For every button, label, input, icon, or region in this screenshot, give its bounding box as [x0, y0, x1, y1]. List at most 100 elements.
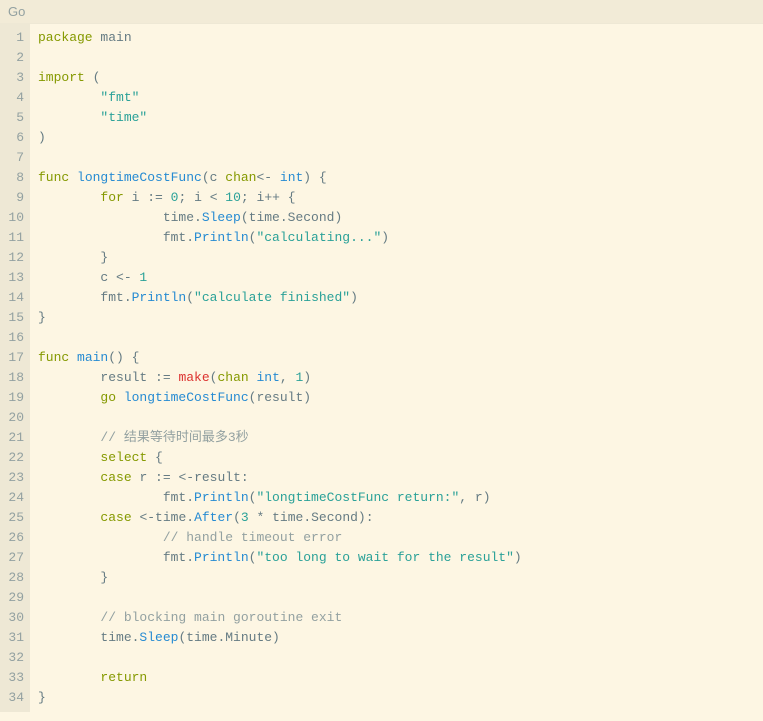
token-type: int: [256, 370, 279, 385]
token-ident: [38, 510, 100, 525]
token-ident: (time.Minute): [178, 630, 279, 645]
token-ident: time.: [38, 630, 139, 645]
token-op: := <-: [155, 470, 194, 485]
code-line: case <-time.After(3 * time.Second):: [38, 508, 522, 528]
line-number: 34: [4, 688, 24, 708]
token-ident: i: [132, 190, 148, 205]
line-number: 12: [4, 248, 24, 268]
code-content[interactable]: package mainimport ( "fmt" "time")func l…: [30, 24, 530, 712]
token-string: "longtimeCostFunc return:": [256, 490, 459, 505]
token-punct: () {: [108, 350, 139, 365]
token-punct: (: [202, 170, 210, 185]
code-line: }: [38, 568, 522, 588]
token-ident: result: [38, 370, 155, 385]
code-line: func longtimeCostFunc(c chan<- int) {: [38, 168, 522, 188]
token-ident: fmt.: [38, 230, 194, 245]
line-number: 7: [4, 148, 24, 168]
line-number: 5: [4, 108, 24, 128]
token-func: Println: [132, 290, 187, 305]
line-number: 11: [4, 228, 24, 248]
token-punct: }: [38, 250, 108, 265]
line-number: 33: [4, 668, 24, 688]
code-line: ): [38, 128, 522, 148]
token-punct: (: [233, 510, 241, 525]
code-line: // blocking main goroutine exit: [38, 608, 522, 628]
line-number: 1: [4, 28, 24, 48]
code-line: time.Sleep(time.Minute): [38, 628, 522, 648]
token-ident: time.: [155, 510, 194, 525]
token-op: <-: [116, 270, 139, 285]
line-number: 3: [4, 68, 24, 88]
token-ident: [38, 530, 163, 545]
token-string: "fmt": [100, 90, 139, 105]
token-ident: [38, 430, 100, 445]
code-line: }: [38, 688, 522, 708]
token-punct: ): [381, 230, 389, 245]
line-number: 19: [4, 388, 24, 408]
line-number: 20: [4, 408, 24, 428]
token-ident: result:: [194, 470, 249, 485]
line-number: 15: [4, 308, 24, 328]
token-keyword: chan: [217, 370, 256, 385]
code-line: fmt.Println("longtimeCostFunc return:", …: [38, 488, 522, 508]
token-func: After: [194, 510, 233, 525]
line-number: 9: [4, 188, 24, 208]
line-number: 22: [4, 448, 24, 468]
code-line: }: [38, 308, 522, 328]
token-keyword: package: [38, 30, 100, 45]
token-keyword: return: [100, 670, 147, 685]
token-ident: fmt.: [38, 490, 194, 505]
line-number: 25: [4, 508, 24, 528]
token-punct: ,: [280, 370, 296, 385]
token-func: Sleep: [139, 630, 178, 645]
line-number: 6: [4, 128, 24, 148]
line-number: 23: [4, 468, 24, 488]
token-comment: // handle timeout error: [163, 530, 342, 545]
token-punct: }: [38, 570, 108, 585]
code-line: [38, 48, 522, 68]
code-line: }: [38, 248, 522, 268]
token-ident: i++ {: [257, 190, 296, 205]
line-number: 28: [4, 568, 24, 588]
line-number: 31: [4, 628, 24, 648]
line-number: 29: [4, 588, 24, 608]
code-line: func main() {: [38, 348, 522, 368]
token-ident: , r): [459, 490, 490, 505]
code-line: // handle timeout error: [38, 528, 522, 548]
token-func: Println: [194, 490, 249, 505]
token-op: :=: [147, 190, 170, 205]
code-line: [38, 648, 522, 668]
token-op: *: [249, 510, 272, 525]
line-number: 24: [4, 488, 24, 508]
token-ident: [38, 90, 100, 105]
code-line: result := make(chan int, 1): [38, 368, 522, 388]
token-func: Sleep: [202, 210, 241, 225]
code-line: time.Sleep(time.Second): [38, 208, 522, 228]
line-number: 30: [4, 608, 24, 628]
token-keyword: go: [100, 390, 123, 405]
token-ident: c: [38, 270, 116, 285]
line-number: 8: [4, 168, 24, 188]
token-ident: [38, 110, 100, 125]
token-op: <-: [139, 510, 155, 525]
token-ident: i: [194, 190, 210, 205]
code-line: // 结果等待时间最多3秒: [38, 428, 522, 448]
line-number: 21: [4, 428, 24, 448]
token-ident: [38, 670, 100, 685]
code-line: c <- 1: [38, 268, 522, 288]
token-punct: ;: [178, 190, 194, 205]
token-punct: {: [155, 450, 163, 465]
line-number: 27: [4, 548, 24, 568]
line-number: 10: [4, 208, 24, 228]
token-keyword: chan: [225, 170, 256, 185]
token-builtin: make: [178, 370, 209, 385]
line-number: 32: [4, 648, 24, 668]
token-keyword: import: [38, 70, 93, 85]
token-number: 10: [225, 190, 241, 205]
code-line: [38, 408, 522, 428]
code-line: go longtimeCostFunc(result): [38, 388, 522, 408]
code-line: package main: [38, 28, 522, 48]
token-keyword: case: [100, 470, 139, 485]
token-func: longtimeCostFunc: [124, 390, 249, 405]
token-punct: }: [38, 690, 46, 705]
